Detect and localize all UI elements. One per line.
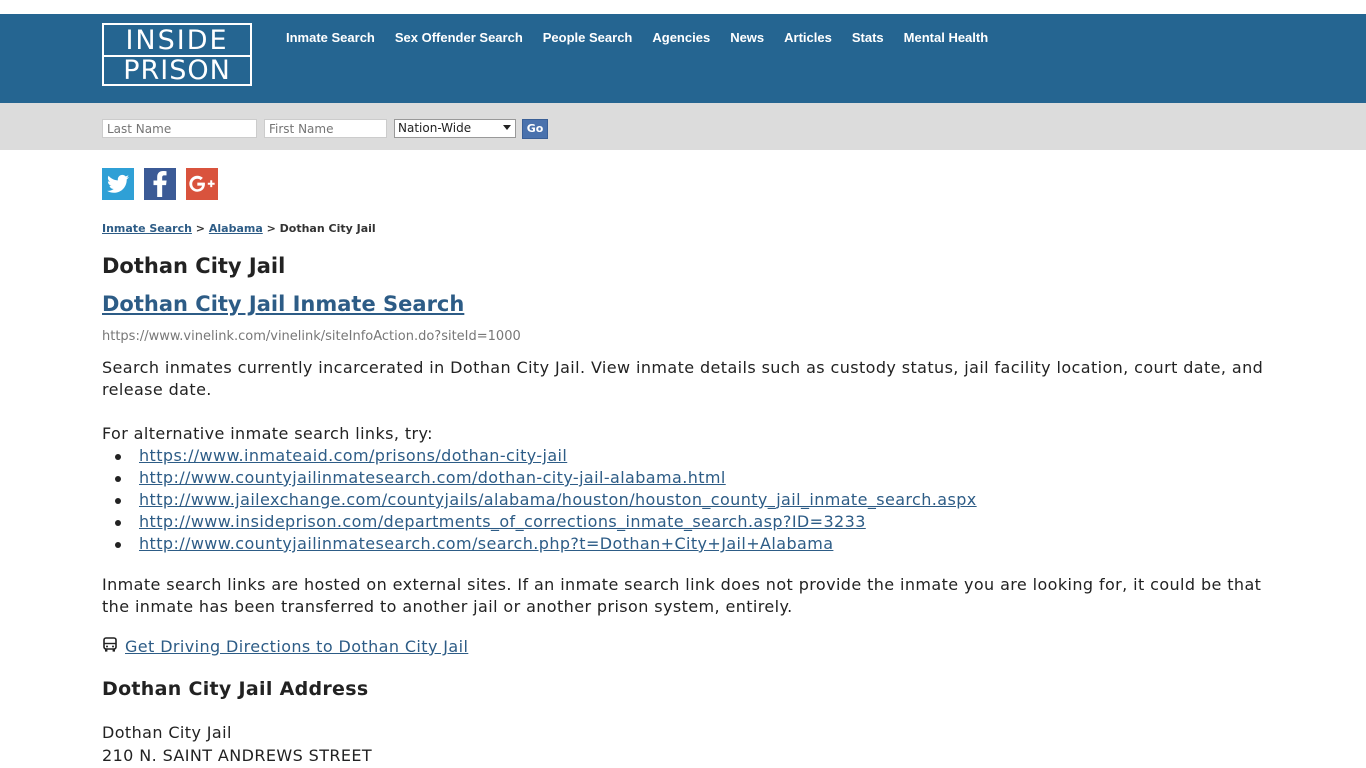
- go-button[interactable]: Go: [522, 119, 548, 139]
- nav-agencies[interactable]: Agencies: [652, 30, 710, 45]
- address-line-name: Dothan City Jail: [102, 723, 232, 742]
- site-header: INSIDE PRISON Inmate Search Sex Offender…: [0, 14, 1366, 103]
- inmate-search-url: https://www.vinelink.com/vinelink/siteIn…: [102, 329, 521, 344]
- alt-links-list: https://www.inmateaid.com/prisons/dothan…: [102, 445, 977, 555]
- alt-link-jailexchange[interactable]: http://www.jailexchange.com/countyjails/…: [139, 490, 977, 509]
- breadcrumb: Inmate Search > Alabama > Dothan City Ja…: [102, 222, 376, 235]
- site-logo[interactable]: INSIDE PRISON: [102, 23, 252, 86]
- breadcrumb-alabama[interactable]: Alabama: [209, 222, 263, 235]
- facebook-share-button[interactable]: [144, 168, 176, 200]
- nav-inmate-search[interactable]: Inmate Search: [286, 30, 375, 45]
- chevron-down-icon: [503, 125, 511, 130]
- main-nav: Inmate Search Sex Offender Search People…: [286, 30, 1008, 45]
- list-item: https://www.inmateaid.com/prisons/dothan…: [102, 445, 977, 467]
- breadcrumb-current: Dothan City Jail: [279, 222, 376, 235]
- alt-link-countyjailinmatesearch[interactable]: http://www.countyjailinmatesearch.com/do…: [139, 468, 726, 487]
- google-plus-share-button[interactable]: [186, 168, 218, 200]
- list-item: http://www.jailexchange.com/countyjails/…: [102, 489, 977, 511]
- nav-sex-offender-search[interactable]: Sex Offender Search: [395, 30, 523, 45]
- alt-link-countyjail-search[interactable]: http://www.countyjailinmatesearch.com/se…: [139, 534, 833, 553]
- address-line-street: 210 N. SAINT ANDREWS STREET: [102, 746, 373, 765]
- twitter-icon: [107, 174, 129, 193]
- description-text: Search inmates currently incarcerated in…: [102, 358, 1264, 399]
- first-name-input[interactable]: [264, 119, 387, 138]
- last-name-input[interactable]: [102, 119, 257, 138]
- alt-link-inmateaid[interactable]: https://www.inmateaid.com/prisons/dothan…: [139, 446, 567, 465]
- list-item: http://www.countyjailinmatesearch.com/do…: [102, 467, 977, 489]
- scope-select-value: Nation-Wide: [398, 121, 472, 135]
- nav-stats[interactable]: Stats: [852, 30, 884, 45]
- list-item: http://www.insideprison.com/departments_…: [102, 511, 977, 533]
- alt-link-insideprison[interactable]: http://www.insideprison.com/departments_…: [139, 512, 866, 531]
- google-plus-icon: [189, 175, 215, 192]
- twitter-share-button[interactable]: [102, 168, 134, 200]
- search-bar: Nation-Wide Go: [0, 103, 1366, 150]
- nav-mental-health[interactable]: Mental Health: [904, 30, 989, 45]
- scope-select[interactable]: Nation-Wide: [394, 119, 516, 138]
- breadcrumb-inmate-search[interactable]: Inmate Search: [102, 222, 192, 235]
- top-strip: [0, 0, 1366, 14]
- facebook-icon: [153, 171, 167, 197]
- page-title: Dothan City Jail: [102, 254, 286, 278]
- list-item: http://www.countyjailinmatesearch.com/se…: [102, 533, 977, 555]
- driving-directions: Get Driving Directions to Dothan City Ja…: [102, 636, 468, 656]
- logo-line-1: INSIDE: [125, 25, 229, 56]
- nav-people-search[interactable]: People Search: [543, 30, 633, 45]
- social-share: [102, 168, 218, 200]
- nav-articles[interactable]: Articles: [784, 30, 832, 45]
- driving-directions-link[interactable]: Get Driving Directions to Dothan City Ja…: [125, 637, 468, 656]
- breadcrumb-separator: >: [266, 222, 276, 235]
- logo-line-2: PRISON: [123, 55, 231, 86]
- disclaimer-text: Inmate search links are hosted on extern…: [102, 575, 1262, 616]
- address-block: Dothan City Jail 210 N. SAINT ANDREWS ST…: [102, 721, 372, 767]
- breadcrumb-separator: >: [195, 222, 206, 235]
- address-heading: Dothan City Jail Address: [102, 678, 369, 700]
- alt-links-intro: For alternative inmate search links, try…: [102, 424, 433, 443]
- nav-news[interactable]: News: [730, 30, 764, 45]
- bus-icon: [103, 636, 117, 652]
- inmate-search-link[interactable]: Dothan City Jail Inmate Search: [102, 292, 464, 316]
